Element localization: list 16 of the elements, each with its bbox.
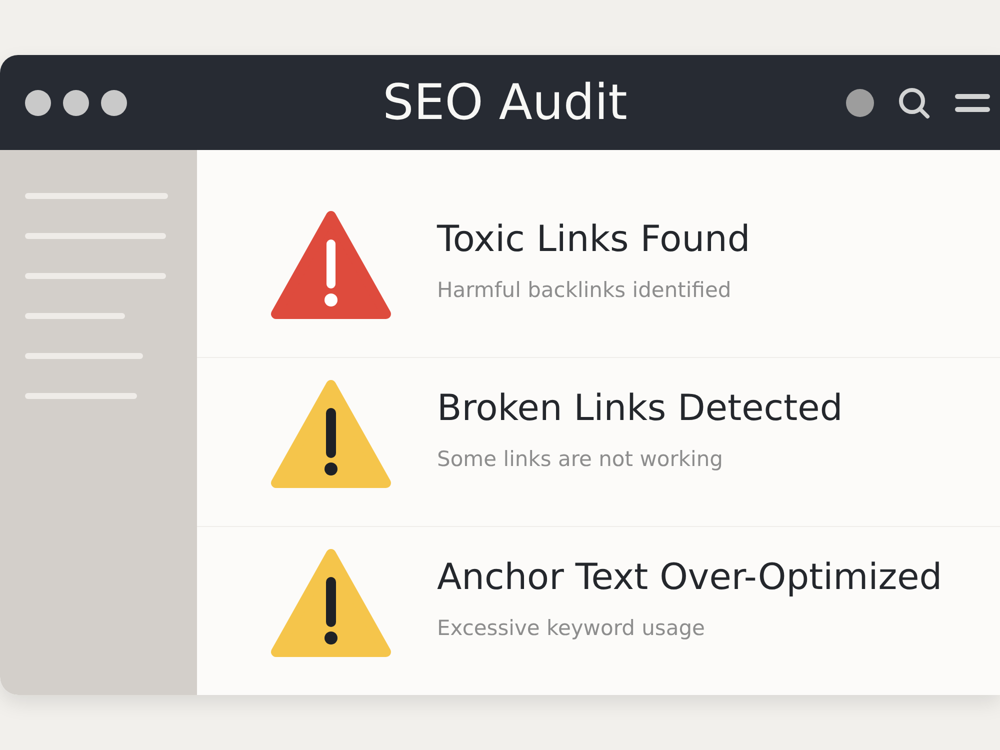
search-icon[interactable] — [898, 86, 930, 118]
warning-icon — [270, 548, 392, 658]
menu-icon[interactable] — [955, 94, 990, 112]
warning-icon — [270, 379, 392, 489]
alert-title: Toxic Links Found — [437, 219, 750, 261]
window-control-icon[interactable] — [101, 90, 127, 116]
window-control-icon[interactable] — [25, 90, 51, 116]
alert-title: Broken Links Detected — [437, 388, 843, 430]
avatar-icon[interactable] — [846, 88, 874, 116]
warning-icon — [270, 210, 392, 320]
window-title: SEO Audit — [382, 72, 628, 132]
alert-description: Harmful backlinks identified — [437, 277, 732, 304]
alert-description: Excessive keyword usage — [437, 615, 706, 642]
alert-description: Some links are not working — [437, 446, 724, 473]
window-control-icon[interactable] — [63, 90, 89, 116]
alert-title: Anchor Text Over-Optimized — [437, 557, 942, 599]
